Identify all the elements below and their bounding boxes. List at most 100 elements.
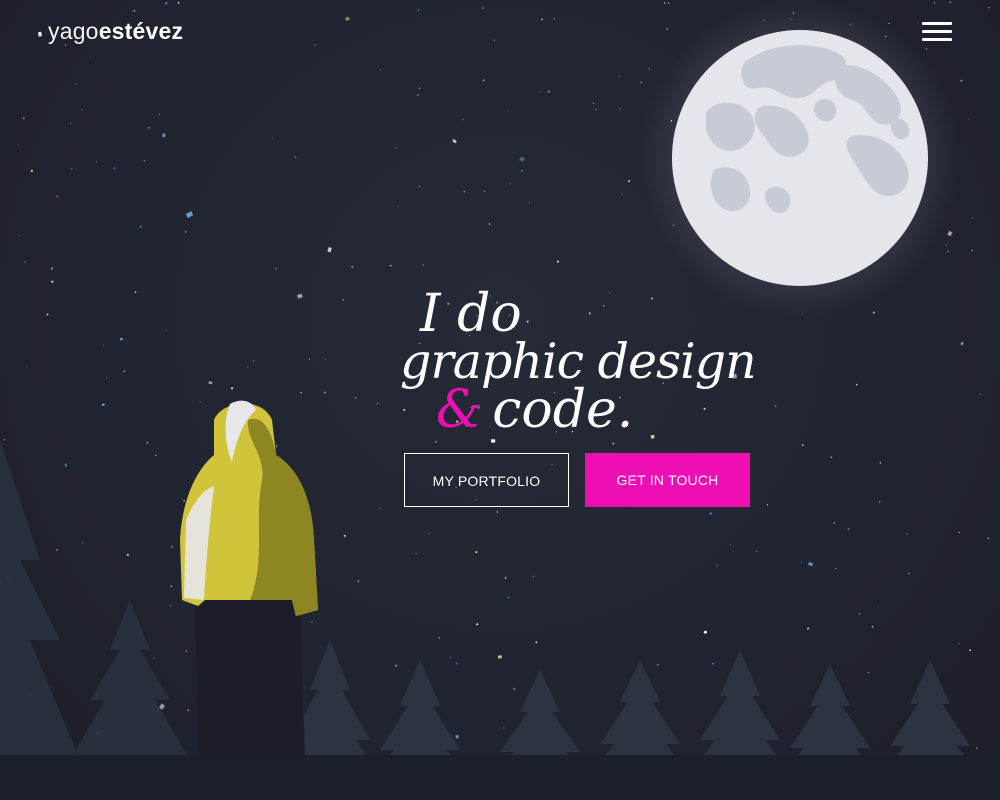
star xyxy=(395,146,397,148)
star xyxy=(543,752,547,755)
star xyxy=(69,122,72,125)
site-logo[interactable]: yagoestévez xyxy=(48,18,183,45)
star xyxy=(187,709,190,712)
star xyxy=(801,444,804,447)
hamburger-menu-icon[interactable] xyxy=(920,20,954,46)
star xyxy=(273,706,277,710)
star xyxy=(296,293,303,299)
star xyxy=(418,185,420,188)
star xyxy=(126,553,130,557)
star xyxy=(847,528,850,531)
star xyxy=(711,662,714,665)
star xyxy=(547,90,550,93)
star xyxy=(830,456,833,458)
star xyxy=(556,260,559,263)
star xyxy=(879,461,882,464)
star xyxy=(415,552,417,554)
star xyxy=(871,625,874,628)
star xyxy=(71,168,73,170)
star xyxy=(265,726,267,729)
star xyxy=(821,686,824,689)
star xyxy=(729,544,731,546)
star xyxy=(139,225,142,228)
star xyxy=(158,703,166,710)
logo-first-name: yago xyxy=(48,18,99,44)
star xyxy=(621,193,623,195)
star xyxy=(143,160,146,162)
star xyxy=(595,109,597,111)
star xyxy=(240,413,242,415)
star xyxy=(240,721,242,723)
star xyxy=(493,39,496,41)
star xyxy=(462,118,464,121)
star xyxy=(189,493,191,495)
star xyxy=(449,656,451,659)
star xyxy=(417,8,420,12)
star xyxy=(46,313,49,316)
star xyxy=(164,2,168,5)
star xyxy=(56,195,58,198)
star xyxy=(294,758,296,760)
hero-line-2: graphic design xyxy=(400,333,757,390)
star xyxy=(247,367,249,369)
star xyxy=(105,737,107,739)
menu-bar xyxy=(922,30,952,33)
star xyxy=(436,742,439,746)
get-in-touch-button[interactable]: GET IN TOUCH xyxy=(585,453,750,507)
star xyxy=(839,725,842,727)
star xyxy=(408,690,411,692)
star xyxy=(755,550,758,553)
star xyxy=(153,657,155,659)
star xyxy=(455,735,459,739)
menu-bar xyxy=(922,38,952,41)
star xyxy=(155,454,157,456)
star xyxy=(657,664,659,666)
star xyxy=(855,383,858,386)
ampersand: & xyxy=(436,380,483,440)
star xyxy=(908,572,910,574)
star xyxy=(418,87,421,90)
star xyxy=(428,532,430,535)
star xyxy=(535,641,538,644)
star xyxy=(345,17,350,21)
menu-bar xyxy=(922,22,952,25)
star xyxy=(482,79,486,82)
star xyxy=(969,649,971,651)
star xyxy=(958,531,960,533)
star xyxy=(177,1,180,4)
star xyxy=(878,501,881,503)
hero-headline: I do graphic design & code. xyxy=(400,284,820,436)
star xyxy=(261,713,263,715)
my-portfolio-button[interactable]: MY PORTFOLIO xyxy=(404,453,569,507)
star xyxy=(6,576,10,580)
star xyxy=(540,90,542,93)
star xyxy=(17,143,19,145)
star xyxy=(183,499,186,502)
star xyxy=(227,413,231,416)
star xyxy=(379,68,382,70)
star xyxy=(488,223,491,225)
star xyxy=(482,7,484,10)
logo-last-name: estévez xyxy=(98,18,184,44)
star xyxy=(504,576,507,580)
star xyxy=(133,9,136,12)
star xyxy=(4,438,6,441)
star xyxy=(475,551,478,554)
star xyxy=(185,650,188,652)
star xyxy=(169,749,171,751)
star xyxy=(30,169,34,173)
star xyxy=(532,575,535,578)
star xyxy=(265,582,273,590)
star xyxy=(438,637,440,639)
star xyxy=(976,747,978,749)
star xyxy=(205,538,207,540)
star xyxy=(95,731,100,735)
star xyxy=(416,93,419,96)
star xyxy=(612,442,615,445)
star xyxy=(716,564,718,566)
hero-line-1: I do xyxy=(420,284,522,344)
star xyxy=(146,441,148,444)
star xyxy=(497,655,503,659)
star xyxy=(519,156,525,162)
star xyxy=(988,6,990,9)
